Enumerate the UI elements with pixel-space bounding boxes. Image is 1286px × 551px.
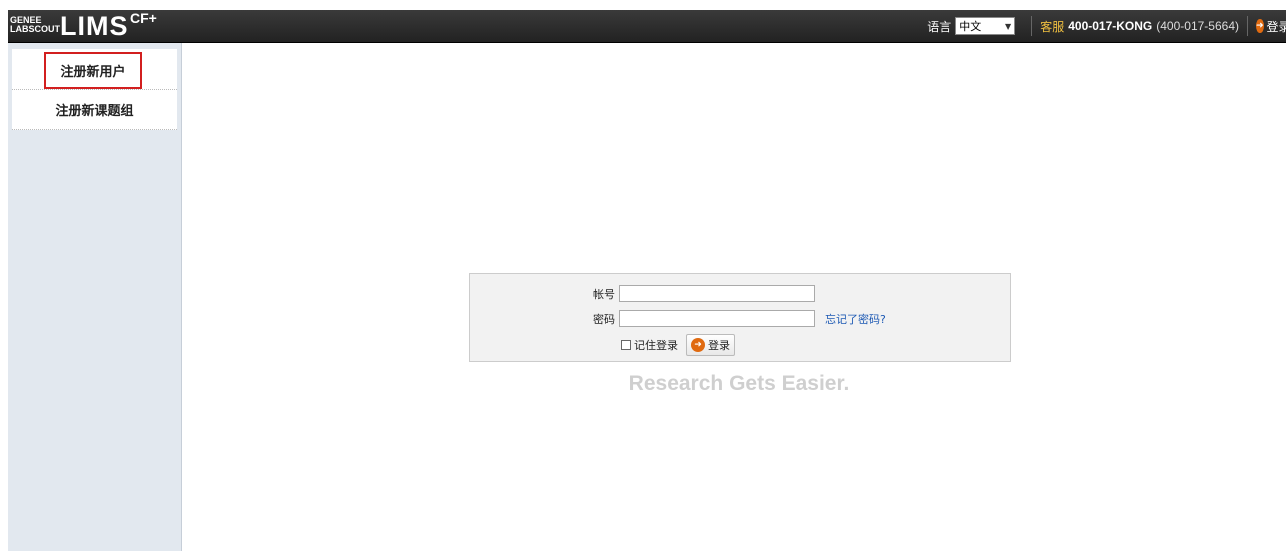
sidebar-item-register-group[interactable]: 注册新课题组 [12, 90, 177, 130]
forgot-password-link[interactable]: 忘记了密码? [825, 311, 886, 327]
language-select[interactable]: 中文 ▼ [955, 17, 1016, 35]
account-label: 帐号 [593, 287, 615, 301]
chevron-down-icon: ▼ [1005, 21, 1012, 31]
login-button-label: 登录 [708, 339, 730, 352]
login-form: 帐号 密码 忘记了密码? 记住登录 ➜ 登录 [469, 273, 1011, 362]
tagline: Research Gets Easier. [628, 372, 850, 395]
sidebar-item-label: 注册新课题组 [55, 104, 134, 119]
logo-brand-bottom: LABSCOUT [10, 24, 60, 34]
language-value: 中文 [959, 20, 982, 33]
login-icon: ➜ [691, 338, 705, 352]
sidebar: 注册新用户 注册新课题组 [8, 43, 182, 551]
header-right: 语言 中文 ▼ 客服 400-017-KONG (400-017-5664) ➜… [927, 10, 1286, 42]
divider [1247, 16, 1248, 36]
logo-product: LIMS [60, 11, 129, 41]
account-row: 帐号 [585, 285, 815, 302]
top-login-link[interactable]: ➜ 登录 [1256, 18, 1286, 35]
service-label: 客服 [1040, 19, 1065, 34]
password-row: 密码 忘记了密码? [585, 310, 886, 327]
top-bar: GENEE LABSCOUT LIMS CF+ 语言 中文 ▼ 客服 400-0… [8, 10, 1286, 43]
language-label: 语言 [927, 19, 952, 34]
divider [1031, 16, 1033, 36]
remember-checkbox[interactable] [621, 340, 631, 350]
login-icon: ➜ [1256, 19, 1264, 33]
password-label: 密码 [593, 312, 615, 326]
login-button[interactable]: ➜ 登录 [686, 334, 735, 356]
top-login-label: 登录 [1266, 19, 1286, 34]
remember-row: 记住登录 ➜ 登录 [621, 334, 735, 356]
logo-edition: CF+ [130, 10, 157, 26]
password-input[interactable] [619, 310, 815, 327]
sidebar-item-register-user[interactable]: 注册新用户 [44, 52, 142, 89]
service-phone: 400-017-KONG [1068, 19, 1153, 33]
service-phone-alt: (400-017-5664) [1156, 19, 1239, 33]
remember-label[interactable]: 记住登录 [634, 337, 678, 353]
sidebar-item-label: 注册新用户 [60, 65, 126, 80]
account-input[interactable] [619, 285, 815, 302]
logo-brand: GENEE LABSCOUT [10, 16, 60, 34]
